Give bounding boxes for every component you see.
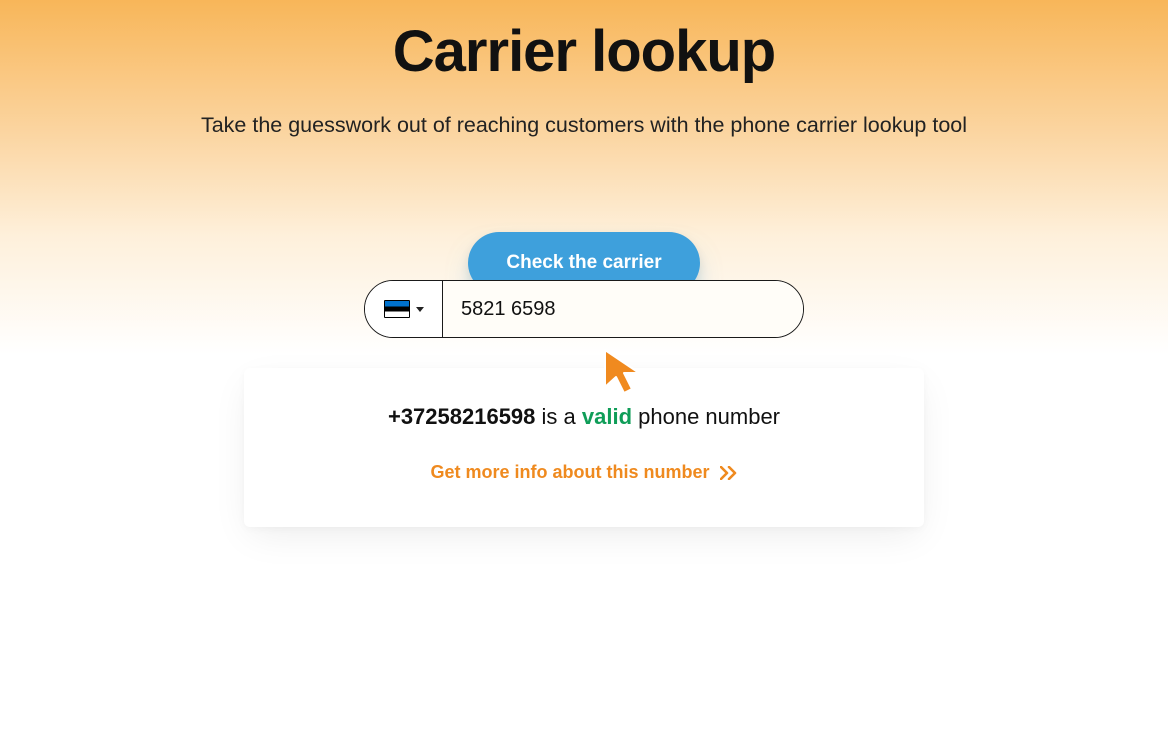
- phone-number-input[interactable]: [443, 281, 803, 337]
- result-card: +37258216598 is a valid phone number Get…: [244, 368, 924, 527]
- chevron-right-double-icon: [720, 466, 738, 480]
- page-subtitle: Take the guesswork out of reaching custo…: [201, 113, 967, 138]
- country-select[interactable]: [365, 281, 443, 337]
- result-valid-word: valid: [582, 404, 632, 429]
- estonia-flag-icon: [384, 300, 410, 318]
- result-phone-number: +37258216598: [388, 404, 535, 429]
- phone-input-group: [364, 138, 804, 196]
- chevron-down-icon: [416, 307, 424, 312]
- more-info-label: Get more info about this number: [430, 462, 709, 483]
- more-info-link[interactable]: Get more info about this number: [430, 462, 737, 483]
- page-title: Carrier lookup: [393, 18, 775, 85]
- result-trailing: phone number: [632, 404, 780, 429]
- page-container: Carrier lookup Take the guesswork out of…: [0, 0, 1168, 739]
- result-text: +37258216598 is a valid phone number: [264, 404, 904, 430]
- result-middle: is a: [535, 404, 581, 429]
